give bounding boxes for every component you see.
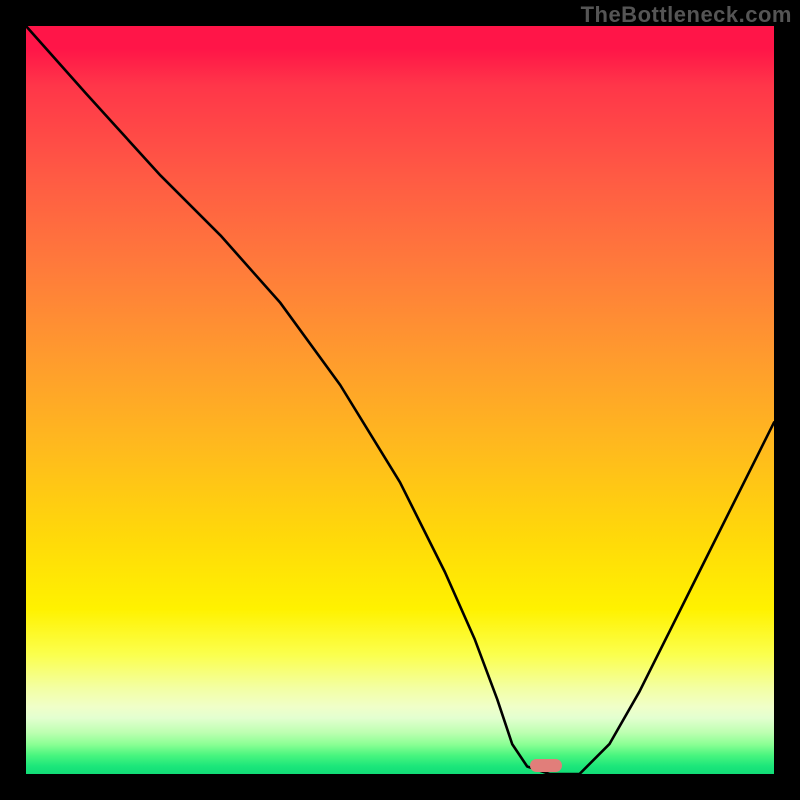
bottleneck-curve <box>26 26 774 774</box>
curve-path <box>26 26 774 774</box>
plot-area <box>26 26 774 774</box>
watermark-label: TheBottleneck.com <box>581 2 792 28</box>
optimal-marker <box>530 759 562 772</box>
chart-frame: TheBottleneck.com <box>0 0 800 800</box>
